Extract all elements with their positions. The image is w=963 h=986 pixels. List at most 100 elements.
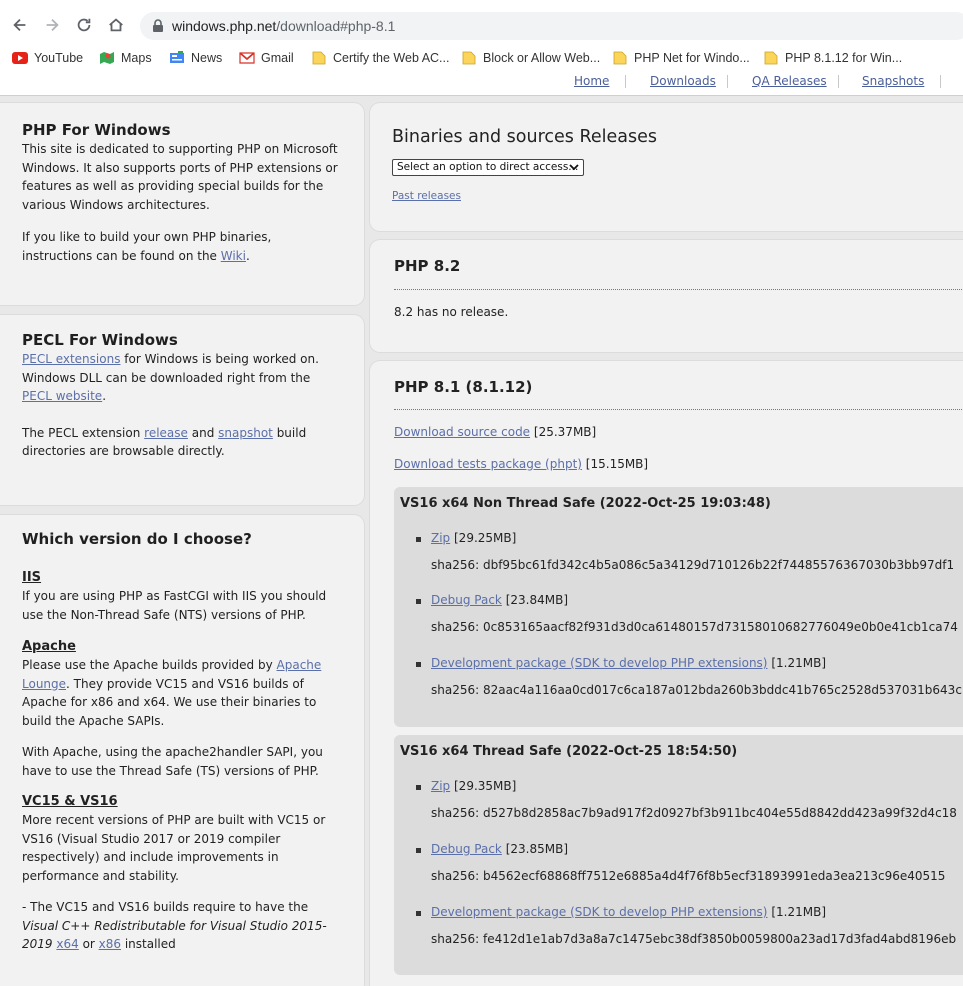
debug-pack-link[interactable]: Debug Pack [431, 842, 502, 856]
dev-package-link[interactable]: Development package (SDK to develop PHP … [431, 656, 768, 670]
lock-icon [153, 19, 163, 32]
bookmarks-bar: YouTube Maps News Gmail Certify the Web … [0, 46, 963, 70]
wiki-link[interactable]: Wiki [221, 249, 246, 263]
panel-title: PHP For Windows [22, 121, 171, 139]
zip-link[interactable]: Zip [431, 779, 450, 793]
chevron-down-icon [569, 164, 579, 171]
home-icon [109, 18, 123, 32]
back-button[interactable] [8, 13, 32, 37]
bookmark-news[interactable]: News [169, 49, 222, 67]
build-item: Development package (SDK to develop PHP … [431, 656, 826, 670]
apache-heading: Apache [22, 639, 76, 654]
zip-link[interactable]: Zip [431, 531, 450, 545]
nav-separator [727, 75, 728, 88]
build-item: Debug Pack [23.84MB] [431, 593, 569, 607]
download-tests-link[interactable]: Download tests package (phpt) [394, 457, 582, 471]
panel-title: PECL For Windows [22, 331, 178, 349]
nav-downloads[interactable]: Downloads [650, 74, 716, 88]
build-item: Debug Pack [23.85MB] [431, 842, 569, 856]
panel-text: More recent versions of PHP are built wi… [22, 813, 326, 883]
bookmark-youtube[interactable]: YouTube [12, 49, 83, 67]
panel-text: PECL extensions for Windows is being wor… [22, 352, 319, 403]
folder-icon [462, 51, 476, 65]
browser-chrome: windows.php.net/download#php-8.1 YouTube… [0, 0, 963, 96]
iis-heading: IIS [22, 570, 42, 585]
php82-panel: PHP 8.2 8.2 has no release. [370, 240, 963, 352]
build-nts: VS16 x64 Non Thread Safe (2022-Oct-25 19… [394, 487, 963, 727]
sha256-value: sha256: d527b8d2858ac7b9ad917f2d0927bf3b… [431, 806, 957, 820]
build-title: VS16 x64 Non Thread Safe (2022-Oct-25 19… [400, 496, 771, 511]
bullet-icon [416, 785, 421, 790]
vc-heading: VC15 & VS16 [22, 794, 118, 809]
address-bar[interactable]: windows.php.net/download#php-8.1 [140, 12, 963, 40]
panel-text: The PECL extension release and snapshot … [22, 425, 307, 459]
arrow-left-icon [13, 18, 26, 32]
bullet-icon [416, 848, 421, 853]
download-source-link[interactable]: Download source code [394, 425, 530, 439]
sha256-value: sha256: 82aac4a116aa0cd017c6ca187a012bda… [431, 683, 962, 697]
source-download: Download source code [25.37MB] [394, 425, 597, 439]
folder-icon [764, 51, 778, 65]
forward-button[interactable] [40, 13, 64, 37]
pecl-panel: PECL For Windows PECL extensions for Win… [0, 315, 364, 505]
build-item: Zip [29.35MB] [431, 779, 517, 793]
nav-separator [940, 75, 941, 88]
url-text: windows.php.net/download#php-8.1 [172, 18, 396, 34]
panel-text: - The VC15 and VS16 builds require to ha… [22, 900, 327, 951]
build-ts: VS16 x64 Thread Safe (2022-Oct-25 18:54:… [394, 735, 963, 975]
snapshot-link[interactable]: snapshot [218, 426, 273, 440]
nav-snapshots[interactable]: Snapshots [862, 74, 924, 88]
panel-text: If you are using PHP as FastCGI with IIS… [22, 589, 327, 622]
x64-link[interactable]: x64 [56, 937, 78, 951]
panel-text: If you like to build your own PHP binari… [22, 230, 272, 263]
release-link[interactable]: release [144, 426, 188, 440]
youtube-icon [12, 52, 28, 64]
releases-title: Binaries and sources Releases [392, 127, 657, 147]
releases-panel: Binaries and sources Releases Select an … [370, 103, 963, 231]
bookmark-php-net[interactable]: PHP Net for Windo... [612, 49, 750, 67]
bookmark-php-8112[interactable]: PHP 8.1.12 for Win... [763, 49, 902, 67]
news-icon [170, 51, 184, 63]
arrow-right-icon [46, 18, 59, 32]
panel-text: With Apache, using the apache2handler SA… [22, 745, 323, 778]
bookmark-block-allow[interactable]: Block or Allow Web... [461, 49, 600, 67]
pecl-website-link[interactable]: PECL website [22, 389, 102, 403]
panel-text: This site is dedicated to supporting PHP… [22, 142, 338, 212]
debug-pack-link[interactable]: Debug Pack [431, 593, 502, 607]
bookmark-maps[interactable]: Maps [99, 49, 152, 67]
reload-button[interactable] [72, 13, 96, 37]
dev-package-link[interactable]: Development package (SDK to develop PHP … [431, 905, 768, 919]
php81-title: PHP 8.1 (8.1.12) [394, 378, 533, 396]
pecl-extensions-link[interactable]: PECL extensions [22, 352, 120, 366]
php81-panel: PHP 8.1 (8.1.12) Download source code [2… [370, 361, 963, 986]
sha256-value: sha256: 0c853165aacf82f931d3d0ca61480157… [431, 620, 958, 634]
gmail-icon [239, 52, 255, 64]
x86-link[interactable]: x86 [99, 937, 121, 951]
site-nav: Home Downloads QA Releases Snapshots [0, 70, 963, 95]
nav-separator [625, 75, 626, 88]
release-select[interactable]: Select an option to direct access... [392, 159, 584, 176]
bullet-icon [416, 599, 421, 604]
nav-qa-releases[interactable]: QA Releases [752, 74, 827, 88]
nav-separator [838, 75, 839, 88]
maps-icon [100, 52, 114, 64]
bullet-icon [416, 911, 421, 916]
bookmark-gmail[interactable]: Gmail [239, 49, 294, 67]
nav-home[interactable]: Home [574, 74, 609, 88]
build-item: Zip [29.25MB] [431, 531, 517, 545]
past-releases-link[interactable]: Past releases [392, 190, 461, 202]
folder-icon [613, 51, 627, 65]
tests-download: Download tests package (phpt) [15.15MB] [394, 457, 649, 471]
dotted-divider [394, 409, 963, 410]
home-button[interactable] [104, 13, 128, 37]
sha256-value: sha256: dbf95bc61fd342c4b5a086c5a34129d7… [431, 558, 955, 572]
php-for-windows-panel: PHP For Windows This site is dedicated t… [0, 103, 364, 305]
php82-note: 8.2 has no release. [394, 305, 509, 319]
bullet-icon [416, 537, 421, 542]
sha256-value: sha256: fe412d1e1ab7d3a8a7c1475ebc38df38… [431, 932, 957, 946]
bookmark-certify[interactable]: Certify the Web AC... [311, 49, 449, 67]
reload-icon [77, 18, 91, 32]
build-title: VS16 x64 Thread Safe (2022-Oct-25 18:54:… [400, 744, 738, 759]
panel-title: Which version do I choose? [22, 530, 252, 548]
sha256-value: sha256: b4562ecf68868ff7512e6885a4d4f76f… [431, 869, 946, 883]
